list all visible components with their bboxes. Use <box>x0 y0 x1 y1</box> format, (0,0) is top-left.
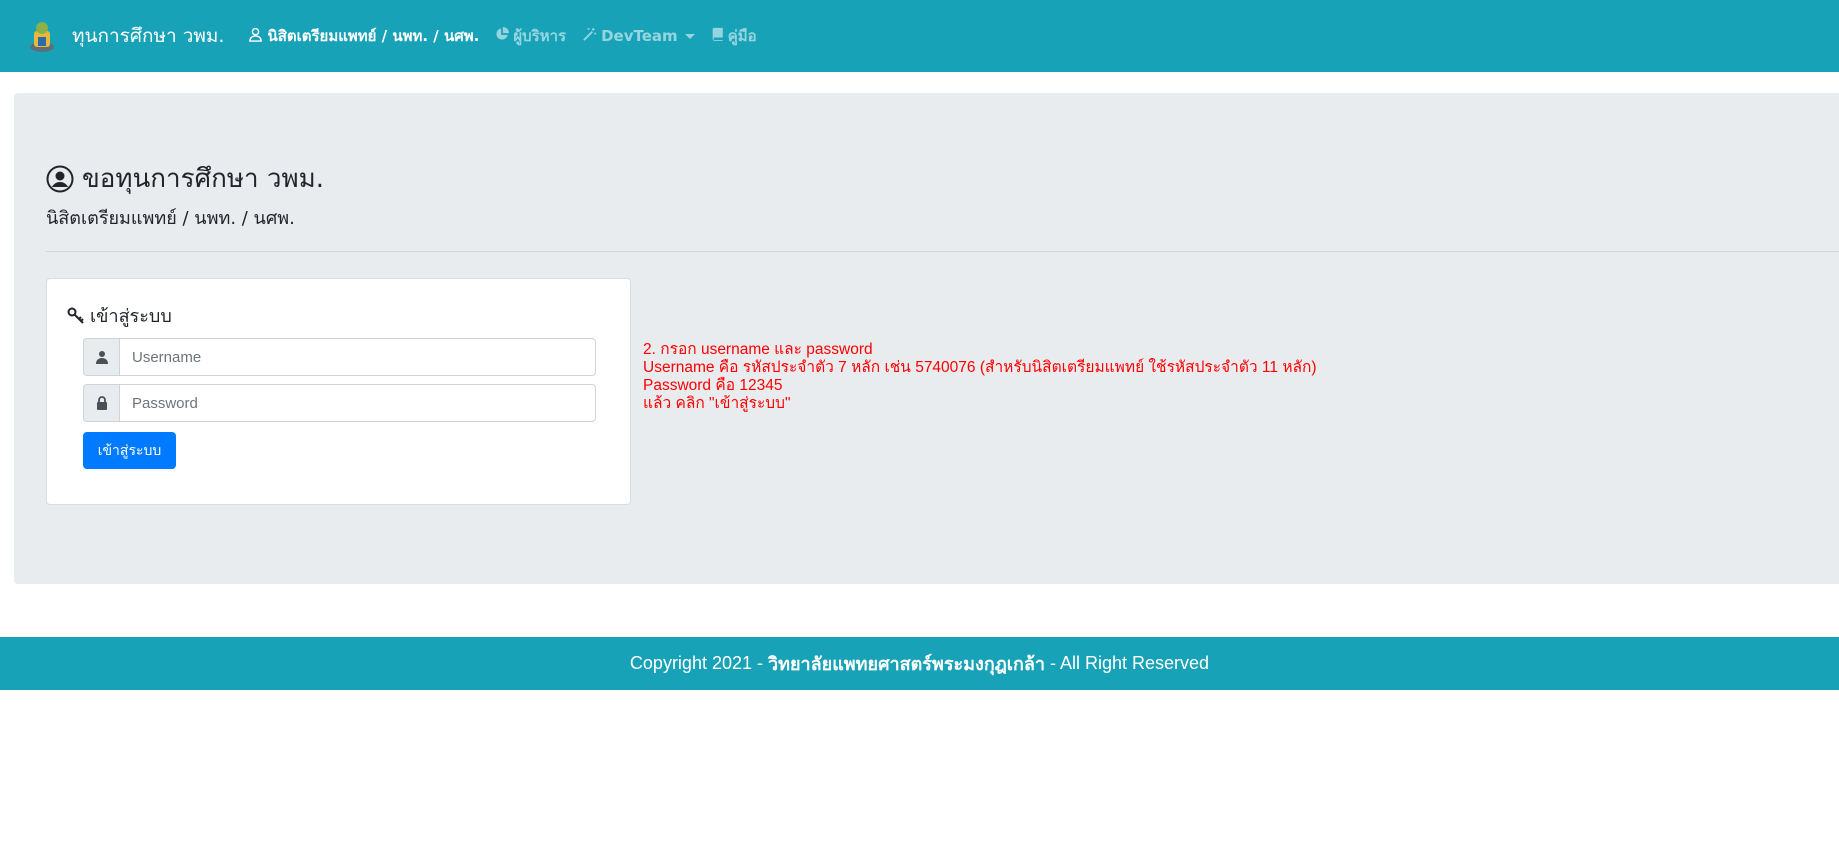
login-button[interactable]: เข้าสู่ระบบ <box>83 432 176 469</box>
nav-item-label: DevTeam <box>601 27 678 45</box>
chevron-down-icon <box>684 33 695 39</box>
nav-item-label: ผู้บริหาร <box>513 27 567 45</box>
password-input[interactable] <box>119 384 596 422</box>
nav-item-label: คู่มือ <box>727 27 757 45</box>
page-subtitle: นิสิตเตรียมแพทย์ / นพท. / นศพ. <box>46 208 295 229</box>
instruction-line: 2. กรอก username และ password <box>643 341 873 358</box>
footer-org: วิทยาลัยแพทยศาสตร์พระมงกุฎเกล้า <box>768 654 1045 674</box>
magic-wand-icon <box>582 27 597 46</box>
login-card: เข้าสู่ระบบ เข้าสู่ระบบ <box>46 278 631 505</box>
login-card-title: เข้าสู่ระบบ <box>67 301 172 330</box>
college-logo-icon <box>28 19 56 53</box>
pie-chart-icon <box>495 27 510 45</box>
password-group <box>83 384 596 422</box>
user-icon <box>248 27 263 46</box>
brand[interactable]: ทุนการศึกษา วพม. <box>28 19 248 53</box>
brand-title: ทุนการศึกษา วพม. <box>72 25 225 47</box>
top-navbar: ทุนการศึกษา วพม. นิสิตเตรียมแพทย์ / นพท.… <box>0 0 1839 72</box>
user-icon <box>83 338 119 376</box>
instruction-line: Username คือ รหัสประจำตัว 7 หลัก เช่น 57… <box>643 359 1317 376</box>
footer: Copyright 2021 - วิทยาลัยแพทยศาสตร์พระมง… <box>0 637 1839 690</box>
nav-item-devteam[interactable]: DevTeam <box>582 27 695 46</box>
nav-item-executives[interactable]: ผู้บริหาร <box>495 24 566 48</box>
login-card-title-text: เข้าสู่ระบบ <box>90 306 172 327</box>
book-icon <box>711 27 724 45</box>
page-title-text: ขอทุนการศึกษา วพม. <box>82 164 324 194</box>
username-group <box>83 338 596 376</box>
login-instructions: 2. กรอก username และ password Username ค… <box>643 341 1317 413</box>
user-circle-icon <box>46 165 74 193</box>
divider <box>46 251 1839 252</box>
nav-item-students[interactable]: นิสิตเตรียมแพทย์ / นพท. / นศพ. <box>248 24 479 48</box>
instruction-line: แล้ว คลิก "เข้าสู่ระบบ" <box>643 395 791 412</box>
page-title: ขอทุนการศึกษา วพม. <box>46 158 324 199</box>
username-input[interactable] <box>119 338 596 376</box>
key-icon <box>67 307 85 325</box>
nav-item-manual[interactable]: คู่มือ <box>711 24 757 48</box>
instruction-line: Password คือ 12345 <box>643 377 783 394</box>
footer-suffix: - All Right Reserved <box>1045 653 1210 673</box>
footer-prefix: Copyright 2021 - <box>629 653 768 673</box>
lock-icon <box>83 384 119 422</box>
nav-item-label: นิสิตเตรียมแพทย์ / นพท. / นศพ. <box>267 27 480 45</box>
